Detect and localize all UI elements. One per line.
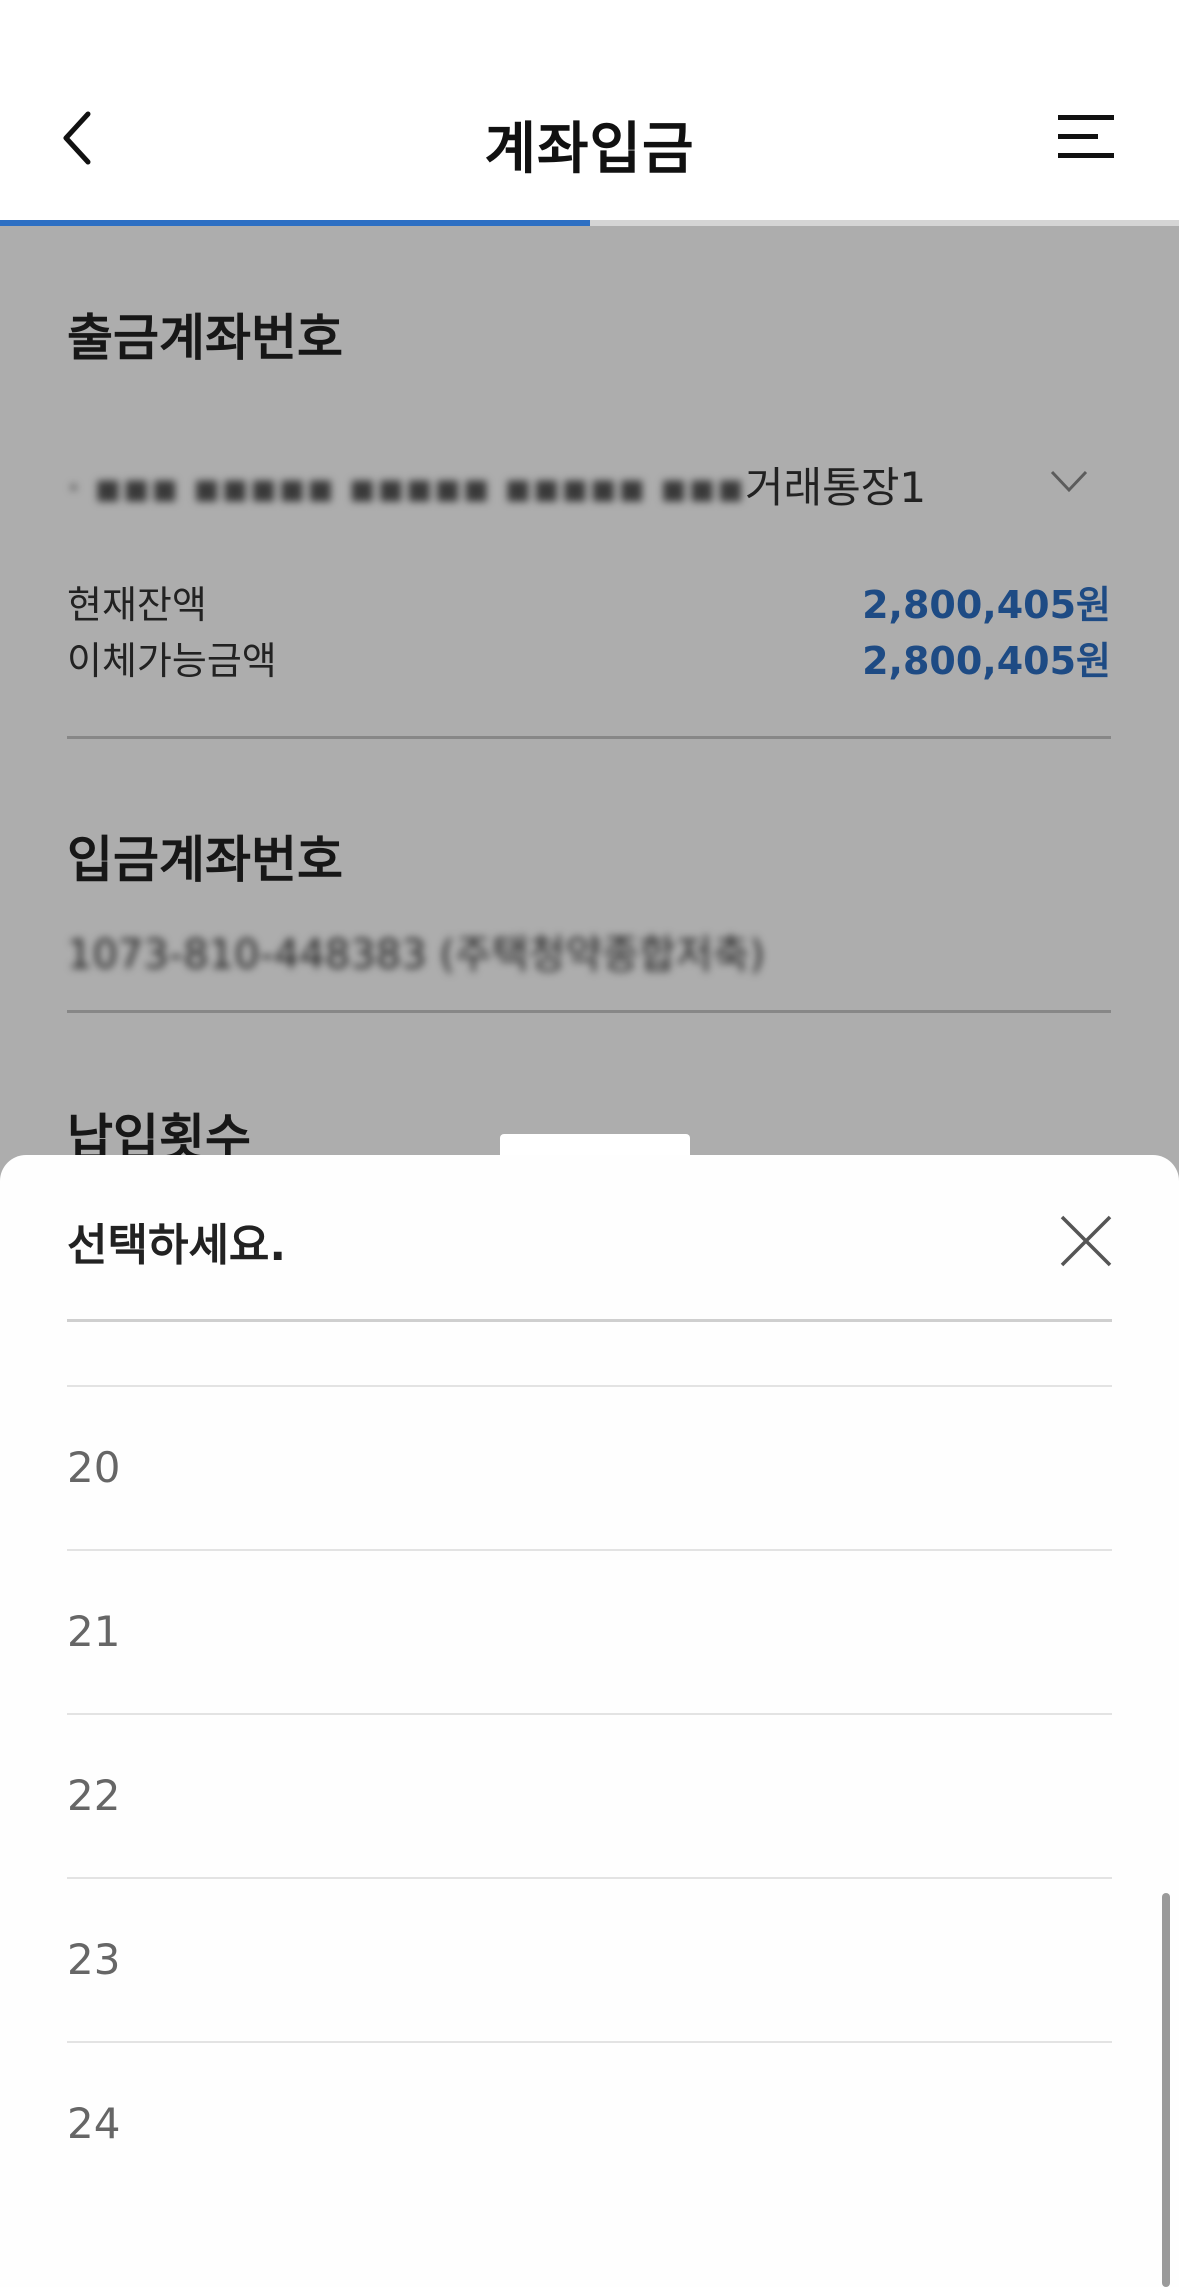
scrollbar[interactable]	[1162, 1893, 1170, 2287]
option-item[interactable]: 23	[67, 1879, 1112, 2041]
close-icon	[1060, 1215, 1112, 1267]
option-list: 20 21 22 23 24	[67, 1385, 1112, 2205]
sheet-title: 선택하세요.	[67, 1220, 287, 1271]
sheet-divider	[67, 1319, 1112, 1322]
option-item[interactable]: 21	[67, 1551, 1112, 1713]
option-label: 22	[67, 1771, 121, 1820]
close-button[interactable]	[1060, 1215, 1112, 1267]
hamburger-line	[1058, 153, 1114, 158]
option-label: 21	[67, 1607, 121, 1656]
page-title: 계좌입금	[484, 117, 695, 182]
option-label: 24	[67, 2099, 121, 2148]
option-label: 20	[67, 1443, 121, 1492]
option-label: 23	[67, 1935, 121, 1984]
option-item[interactable]: 24	[67, 2043, 1112, 2205]
hamburger-line	[1058, 134, 1098, 139]
hamburger-menu-icon	[1058, 115, 1114, 120]
menu-button[interactable]	[1058, 112, 1118, 162]
option-item[interactable]: 22	[67, 1715, 1112, 1877]
option-item[interactable]: 20	[67, 1387, 1112, 1549]
select-bottom-sheet: 선택하세요. 20 21 22 23 24	[0, 1155, 1179, 2287]
app-header: 계좌입금	[0, 0, 1179, 220]
